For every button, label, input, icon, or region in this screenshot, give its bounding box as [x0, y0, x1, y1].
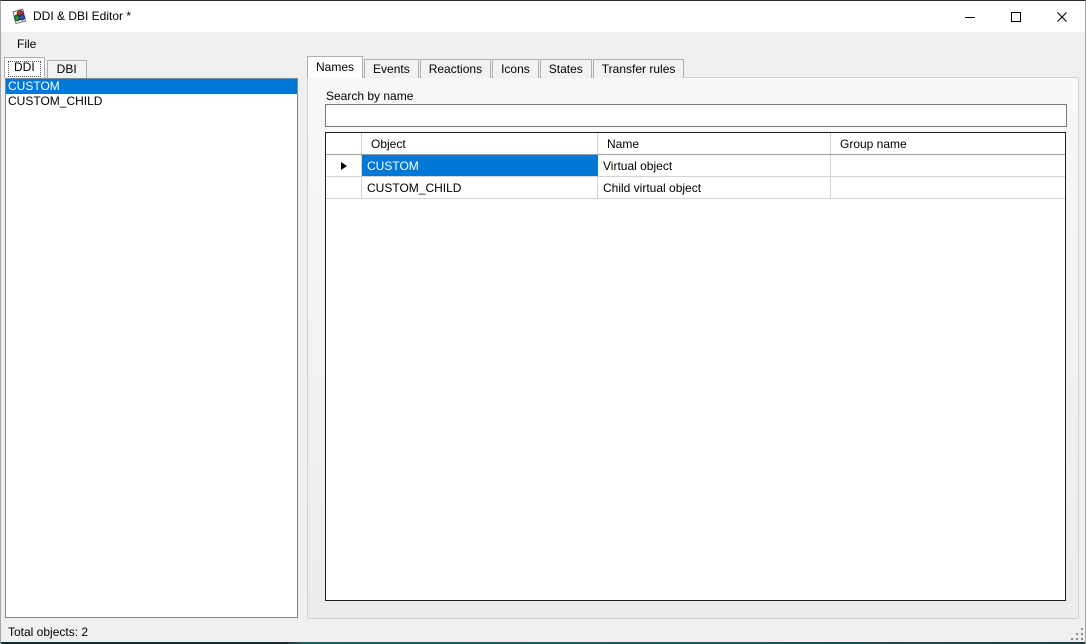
cell-object[interactable]: CUSTOM — [362, 155, 598, 176]
menu-file[interactable]: File — [8, 34, 45, 54]
row-header-cell[interactable] — [326, 177, 362, 198]
list-item-custom[interactable]: CUSTOM — [6, 79, 297, 94]
cell-group-name[interactable] — [831, 155, 1065, 176]
table-row[interactable]: CUSTOM Virtual object — [326, 155, 1065, 177]
cell-name[interactable]: Child virtual object — [598, 177, 831, 198]
window-title: DDI & DBI Editor * — [33, 9, 131, 23]
status-bar: Total objects: 2 — [1, 621, 1085, 642]
total-objects-label: Total objects: 2 — [1, 625, 88, 639]
right-tab-strip: Names Events Reactions Icons States Tran… — [307, 56, 685, 78]
tab-events[interactable]: Events — [364, 59, 419, 78]
table-row[interactable]: CUSTOM_CHILD Child virtual object — [326, 177, 1065, 199]
tab-names[interactable]: Names — [307, 56, 363, 78]
minimize-button[interactable] — [947, 1, 993, 32]
objects-grid: Object Name Group name CUSTOM Virtual ob… — [325, 132, 1066, 601]
object-listbox[interactable]: CUSTOM CUSTOM_CHILD — [5, 78, 298, 618]
cell-name[interactable]: Virtual object — [598, 155, 831, 176]
cell-object[interactable]: CUSTOM_CHILD — [362, 177, 598, 198]
tab-dbi-label: DBI — [57, 62, 77, 76]
resize-grip-icon[interactable] — [1071, 628, 1083, 640]
focus-rectangle — [8, 61, 41, 77]
app-icon — [11, 8, 28, 25]
grid-header-row: Object Name Group name — [326, 133, 1065, 155]
grid-header-object[interactable]: Object — [362, 133, 598, 154]
tab-ddi[interactable]: DDI — [4, 57, 45, 78]
maximize-button[interactable] — [993, 1, 1039, 32]
current-row-arrow-icon — [341, 162, 347, 170]
tab-icons[interactable]: Icons — [492, 59, 539, 78]
menu-bar: File — [1, 32, 1085, 56]
close-icon — [1054, 9, 1070, 25]
tab-dbi[interactable]: DBI — [47, 60, 87, 78]
row-header-cell[interactable] — [326, 155, 362, 176]
grid-header-name[interactable]: Name — [598, 133, 831, 154]
left-tab-strip: DDI DBI — [4, 57, 89, 78]
tab-transfer-rules[interactable]: Transfer rules — [593, 59, 685, 78]
app-window: DDI & DBI Editor * File DDI DBI CUSTOM C — [0, 0, 1086, 644]
minimize-icon — [962, 9, 978, 25]
search-input[interactable] — [325, 104, 1067, 127]
grid-header-rowselector[interactable] — [326, 133, 362, 154]
list-item-custom-child[interactable]: CUSTOM_CHILD — [6, 94, 297, 109]
cell-group-name[interactable] — [831, 177, 1065, 198]
grid-header-group-name[interactable]: Group name — [831, 133, 1065, 154]
title-bar[interactable]: DDI & DBI Editor * — [1, 1, 1085, 32]
tab-reactions[interactable]: Reactions — [420, 59, 491, 78]
close-button[interactable] — [1039, 1, 1085, 32]
maximize-icon — [1008, 9, 1024, 25]
tab-states[interactable]: States — [540, 59, 592, 78]
search-by-name-label: Search by name — [326, 89, 413, 103]
